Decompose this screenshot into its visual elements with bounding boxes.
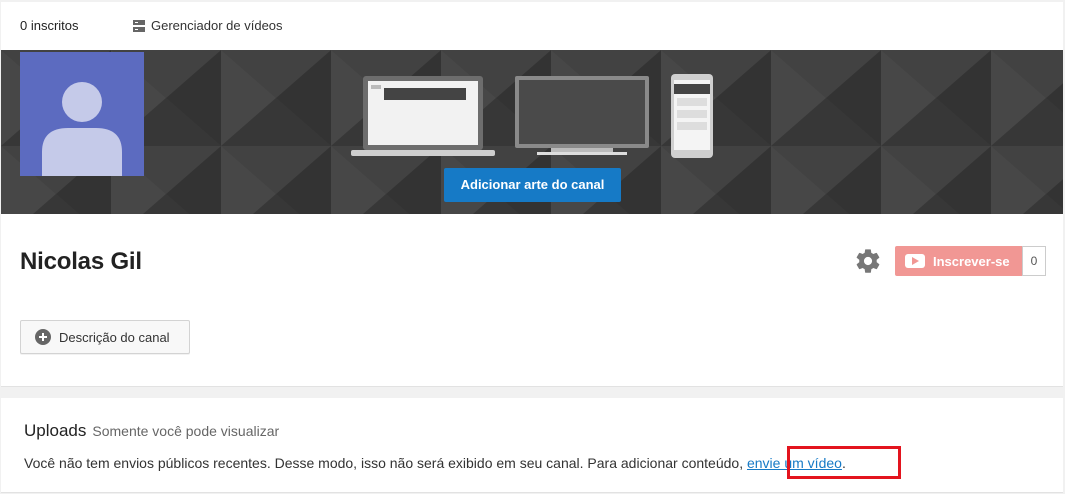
subscriber-count-label: 0 inscritos — [20, 18, 79, 33]
channel-banner: Adicionar arte do canal — [1, 50, 1063, 214]
gear-icon[interactable] — [854, 247, 882, 275]
subscribe-label: Inscrever-se — [933, 253, 1010, 269]
channel-description-label: Descrição do canal — [59, 329, 170, 345]
user-silhouette-icon — [42, 82, 122, 176]
highlight-box — [787, 446, 901, 479]
channel-description-button[interactable]: Descrição do canal — [20, 320, 190, 354]
channel-avatar[interactable] — [20, 52, 144, 176]
add-channel-art-button[interactable]: Adicionar arte do canal — [444, 168, 621, 202]
channel-name: Nicolas Gil — [20, 248, 142, 275]
channel-header-card: 0 inscritos Gerenciador de vídeos Adicio… — [1, 2, 1063, 387]
channel-topbar: 0 inscritos Gerenciador de vídeos — [1, 2, 1063, 50]
subscriber-count-badge: 0 — [1022, 246, 1046, 276]
youtube-play-icon — [905, 254, 925, 268]
uploads-section: Uploads Somente você pode visualizar Voc… — [1, 398, 1063, 493]
subscribe-button[interactable]: Inscrever-se — [895, 246, 1022, 276]
video-manager-link[interactable]: Gerenciador de vídeos — [133, 18, 283, 33]
video-manager-icon — [133, 19, 145, 32]
uploads-header: Uploads Somente você pode visualizar — [24, 421, 279, 441]
uploads-visibility-hint: Somente você pode visualizar — [92, 423, 280, 439]
device-preview-icon — [351, 74, 713, 158]
uploads-title: Uploads — [24, 421, 87, 440]
uploads-empty-message: Você não tem envios públicos recentes. D… — [24, 455, 846, 471]
uploads-message-text: Você não tem envios públicos recentes. D… — [24, 455, 747, 471]
video-manager-label: Gerenciador de vídeos — [151, 18, 283, 33]
add-circle-icon — [35, 329, 51, 345]
